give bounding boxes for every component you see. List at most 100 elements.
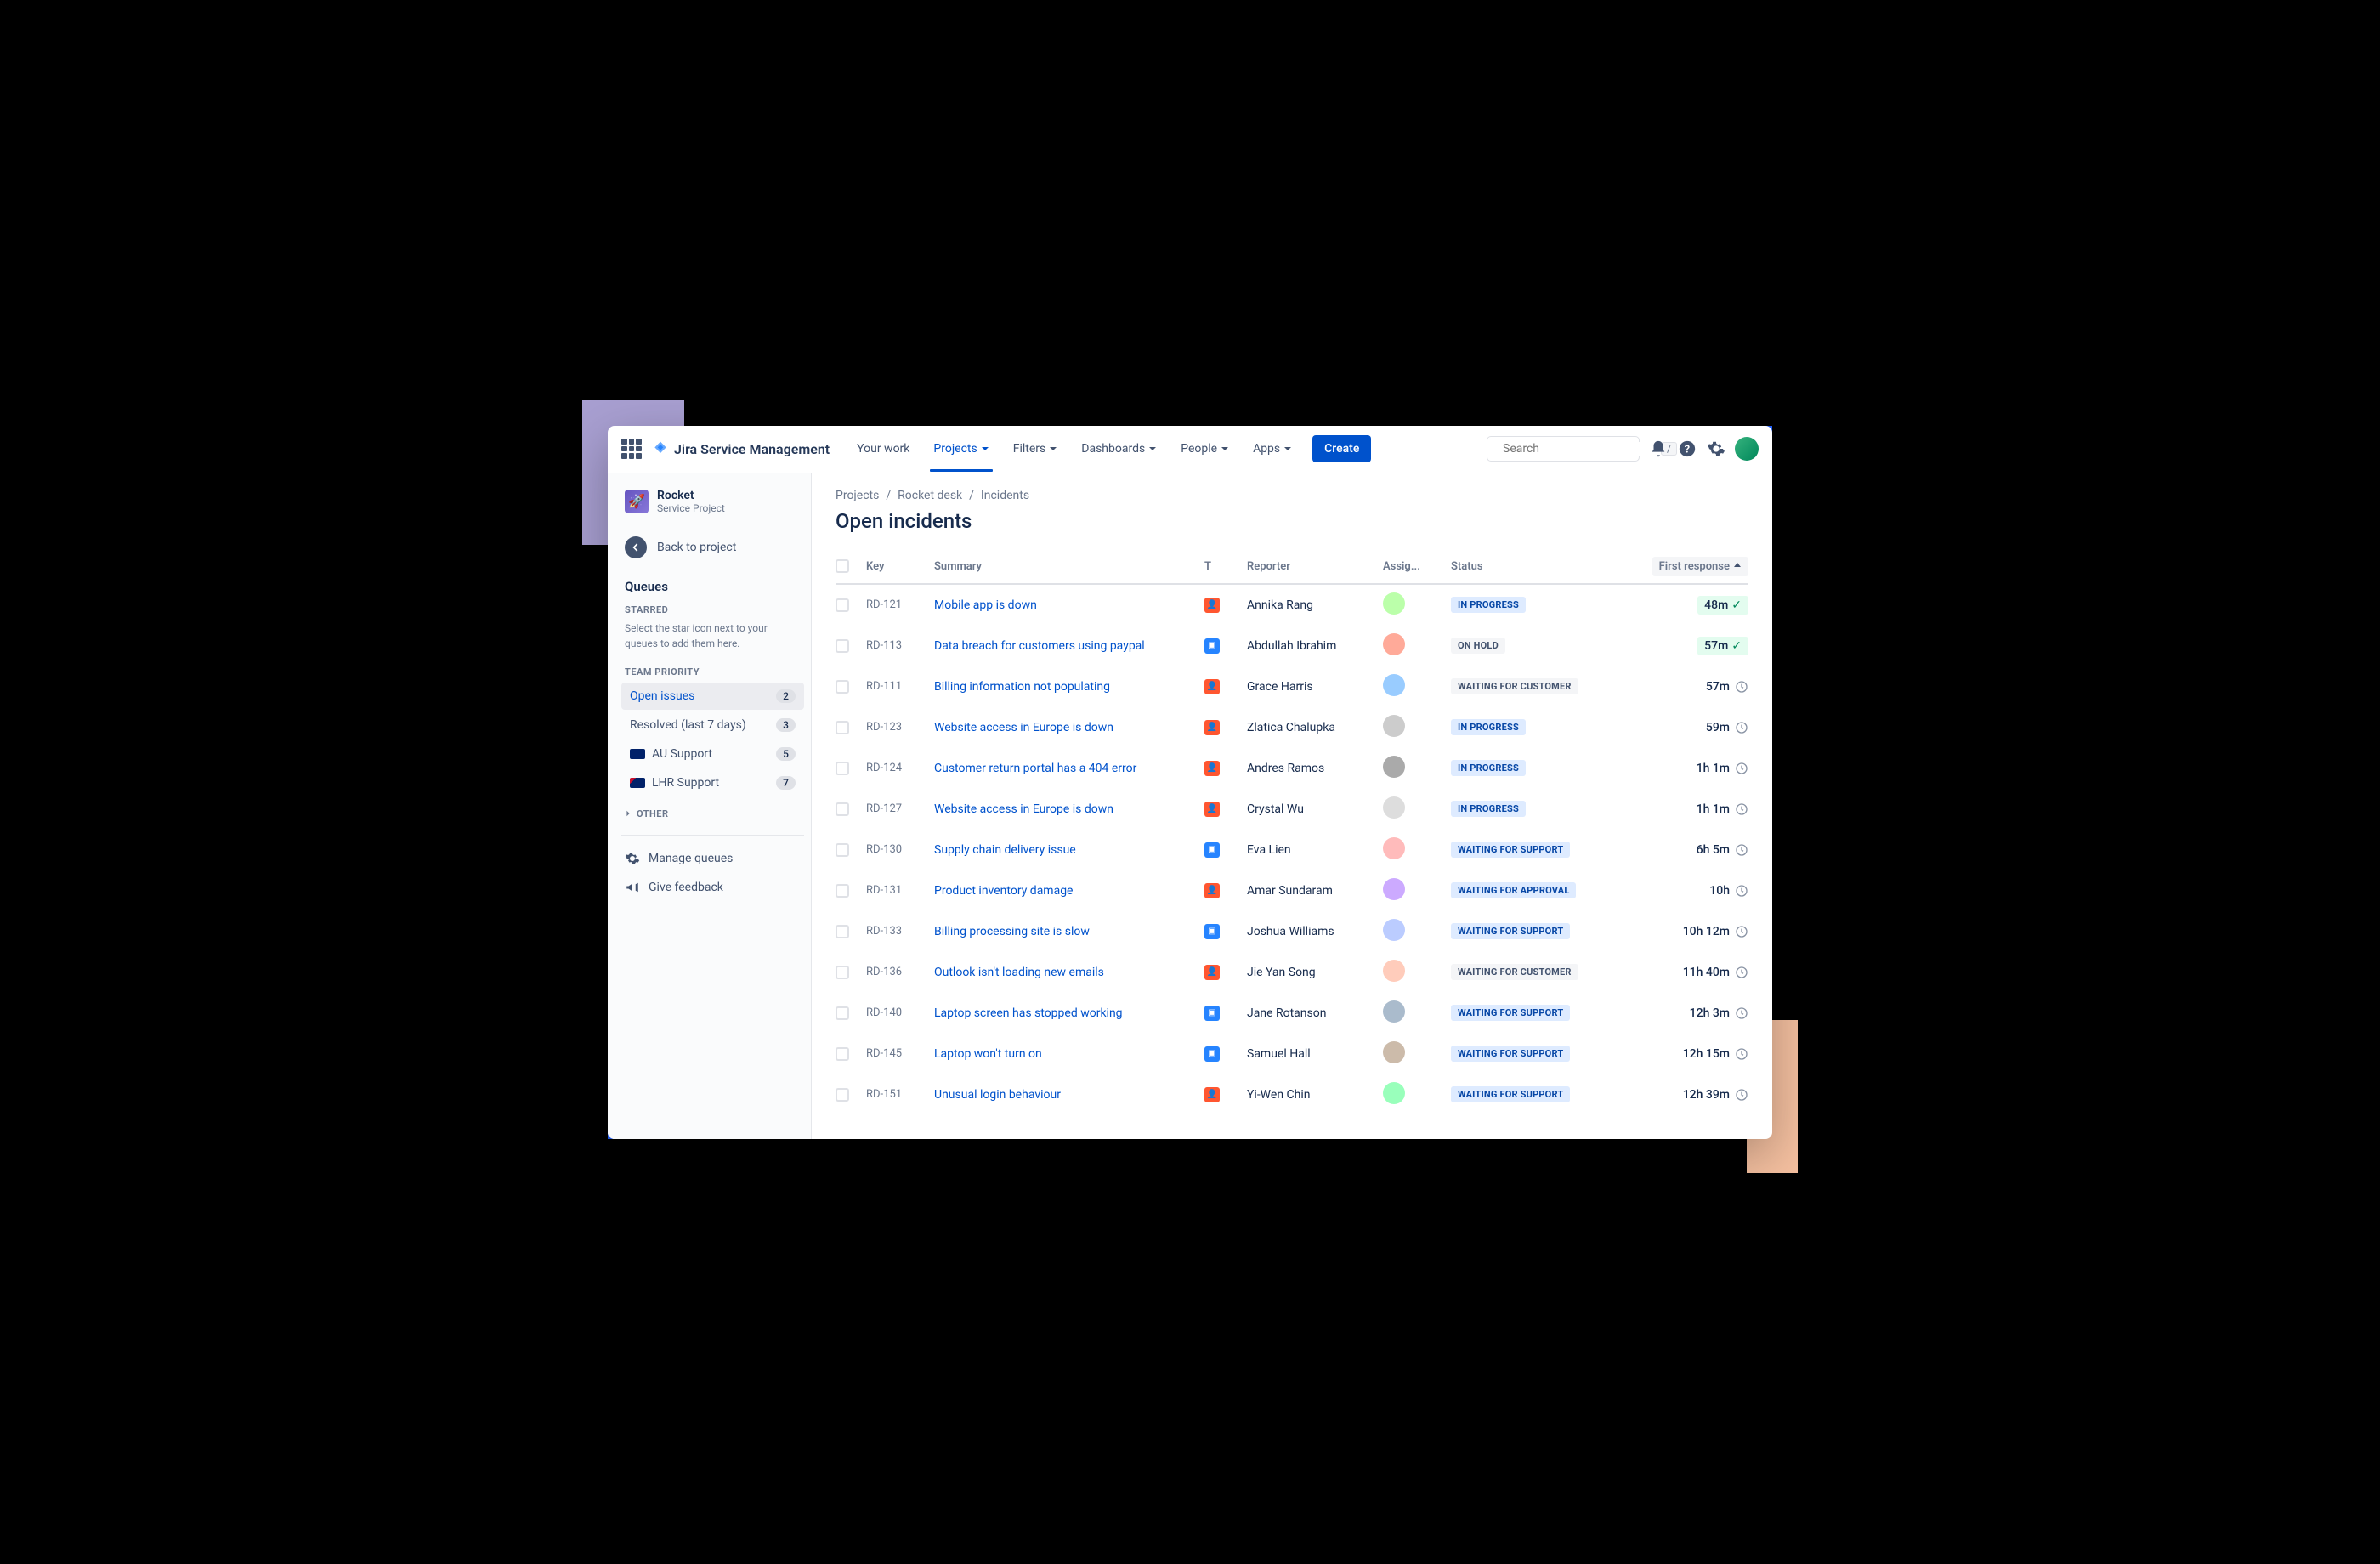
col-type[interactable]: T <box>1204 560 1247 573</box>
chevron-down-icon <box>1148 445 1157 453</box>
assignee-avatar[interactable] <box>1383 1041 1405 1063</box>
assignee-avatar[interactable] <box>1383 837 1405 859</box>
sidebar-queue-item[interactable]: LHR Support7 <box>621 769 804 796</box>
nav-your-work[interactable]: Your work <box>847 435 920 462</box>
other-section-toggle[interactable]: OTHER <box>621 802 804 826</box>
issue-key[interactable]: RD-111 <box>866 680 934 693</box>
notifications-icon[interactable] <box>1648 439 1669 459</box>
gear-icon <box>625 851 640 866</box>
col-first-response[interactable]: First response <box>1612 557 1748 576</box>
queue-label: LHR Support <box>652 776 719 790</box>
give-feedback-link[interactable]: Give feedback <box>621 873 804 902</box>
select-all-checkbox[interactable] <box>836 559 849 573</box>
row-checkbox[interactable] <box>836 598 849 612</box>
breadcrumb-link[interactable]: Incidents <box>981 489 1029 502</box>
reporter-name: Jane Rotanson <box>1247 1006 1383 1020</box>
breadcrumb-link[interactable]: Rocket desk <box>898 489 962 502</box>
flag-icon <box>630 749 645 759</box>
issue-key[interactable]: RD-140 <box>866 1006 934 1019</box>
issue-type-icon: 👤 <box>1204 802 1220 817</box>
back-to-project[interactable]: Back to project <box>621 530 804 565</box>
search-input[interactable] <box>1503 442 1654 456</box>
table-row: RD-151 Unusual login behaviour 👤 Yi-Wen … <box>836 1074 1748 1115</box>
create-button[interactable]: Create <box>1312 435 1371 462</box>
col-summary[interactable]: Summary <box>934 560 1204 573</box>
issue-summary-link[interactable]: Website access in Europe is down <box>934 721 1114 734</box>
table-row: RD-136 Outlook isn't loading new emails … <box>836 952 1748 993</box>
col-status[interactable]: Status <box>1451 560 1612 573</box>
row-checkbox[interactable] <box>836 884 849 898</box>
col-assignee[interactable]: Assig... <box>1383 560 1451 573</box>
issue-key[interactable]: RD-133 <box>866 925 934 938</box>
brand[interactable]: Jira Service Management <box>652 440 830 457</box>
sidebar-queue-item[interactable]: Resolved (last 7 days)3 <box>621 711 804 739</box>
issue-key[interactable]: RD-136 <box>866 966 934 978</box>
issue-type-icon: 👤 <box>1204 1087 1220 1102</box>
assignee-avatar[interactable] <box>1383 1082 1405 1104</box>
issue-key[interactable]: RD-151 <box>866 1088 934 1101</box>
issue-summary-link[interactable]: Website access in Europe is down <box>934 802 1114 816</box>
help-icon[interactable]: ? <box>1677 439 1697 459</box>
manage-queues-link[interactable]: Manage queues <box>621 844 804 873</box>
assignee-avatar[interactable] <box>1383 1000 1405 1023</box>
issue-key[interactable]: RD-130 <box>866 843 934 856</box>
sidebar-queue-item[interactable]: Open issues2 <box>621 683 804 710</box>
issue-summary-link[interactable]: Customer return portal has a 404 error <box>934 762 1136 775</box>
breadcrumb-link[interactable]: Projects <box>836 489 879 502</box>
row-checkbox[interactable] <box>836 1088 849 1102</box>
nav-apps[interactable]: Apps <box>1243 435 1302 462</box>
issue-key[interactable]: RD-113 <box>866 639 934 652</box>
row-checkbox[interactable] <box>836 802 849 816</box>
issue-summary-link[interactable]: Billing processing site is slow <box>934 925 1090 938</box>
row-checkbox[interactable] <box>836 843 849 857</box>
col-reporter[interactable]: Reporter <box>1247 560 1383 573</box>
profile-avatar[interactable] <box>1735 437 1759 461</box>
row-checkbox[interactable] <box>836 639 849 653</box>
assignee-avatar[interactable] <box>1383 756 1405 778</box>
issue-key[interactable]: RD-131 <box>866 884 934 897</box>
issue-summary-link[interactable]: Outlook isn't loading new emails <box>934 966 1104 979</box>
issue-summary-link[interactable]: Mobile app is down <box>934 598 1037 612</box>
settings-icon[interactable] <box>1706 439 1726 459</box>
row-checkbox[interactable] <box>836 966 849 979</box>
assignee-avatar[interactable] <box>1383 715 1405 737</box>
row-checkbox[interactable] <box>836 925 849 938</box>
search-box[interactable]: / <box>1487 436 1640 462</box>
row-checkbox[interactable] <box>836 721 849 734</box>
issue-summary-link[interactable]: Laptop won't turn on <box>934 1047 1042 1061</box>
nav-filters[interactable]: Filters <box>1003 435 1068 462</box>
issue-key[interactable]: RD-145 <box>866 1047 934 1060</box>
assignee-avatar[interactable] <box>1383 633 1405 655</box>
assignee-avatar[interactable] <box>1383 796 1405 819</box>
assignee-avatar[interactable] <box>1383 919 1405 941</box>
response-time: 10h <box>1709 884 1730 898</box>
sidebar-queue-item[interactable]: AU Support5 <box>621 740 804 768</box>
issue-summary-link[interactable]: Product inventory damage <box>934 884 1073 898</box>
row-checkbox[interactable] <box>836 680 849 694</box>
assignee-avatar[interactable] <box>1383 592 1405 615</box>
incidents-table: Key Summary T Reporter Assig... Status F… <box>836 553 1748 1115</box>
row-checkbox[interactable] <box>836 1047 849 1061</box>
app-switcher-icon[interactable] <box>621 439 642 459</box>
issue-key[interactable]: RD-121 <box>866 598 934 611</box>
assignee-avatar[interactable] <box>1383 878 1405 900</box>
row-checkbox[interactable] <box>836 762 849 775</box>
nav-people[interactable]: People <box>1170 435 1239 462</box>
issue-summary-link[interactable]: Laptop screen has stopped working <box>934 1006 1123 1020</box>
row-checkbox[interactable] <box>836 1006 849 1020</box>
brand-text: Jira Service Management <box>674 441 830 457</box>
issue-key[interactable]: RD-123 <box>866 721 934 734</box>
assignee-avatar[interactable] <box>1383 674 1405 696</box>
issue-summary-link[interactable]: Data breach for customers using paypal <box>934 639 1145 653</box>
issue-summary-link[interactable]: Billing information not populating <box>934 680 1110 694</box>
assignee-avatar[interactable] <box>1383 960 1405 982</box>
issue-key[interactable]: RD-127 <box>866 802 934 815</box>
issue-key[interactable]: RD-124 <box>866 762 934 774</box>
issue-summary-link[interactable]: Unusual login behaviour <box>934 1088 1061 1102</box>
nav-dashboards[interactable]: Dashboards <box>1071 435 1167 462</box>
nav-projects[interactable]: Projects <box>923 435 999 462</box>
reporter-name: Yi-Wen Chin <box>1247 1088 1383 1102</box>
project-header[interactable]: 🚀 Rocket Service Project <box>621 489 804 514</box>
issue-summary-link[interactable]: Supply chain delivery issue <box>934 843 1076 857</box>
col-key[interactable]: Key <box>866 560 934 573</box>
